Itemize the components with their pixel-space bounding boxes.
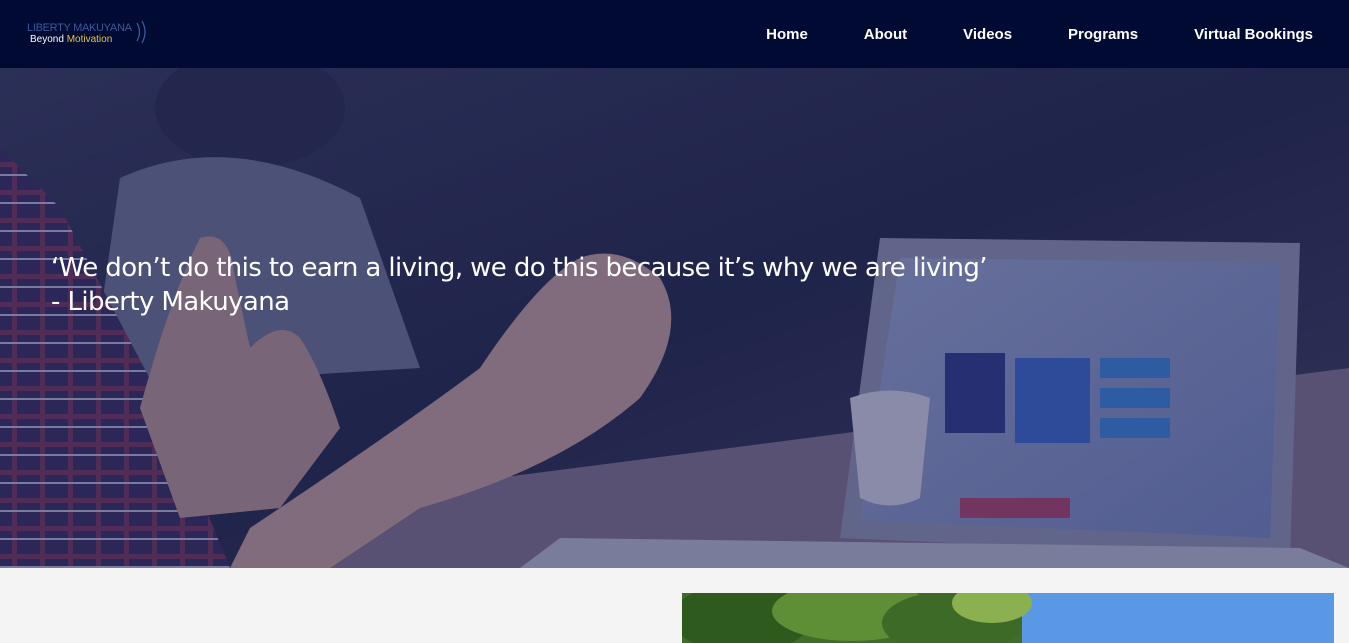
nav-home[interactable]: Home	[766, 26, 808, 43]
logo-tagline-accent: Motivation	[66, 34, 113, 45]
top-navbar: LIBERTY MAKUYANA Beyond Motivation Home …	[0, 0, 1349, 68]
hero-banner: ‘We don’t do this to earn a living, we d…	[0, 68, 1349, 568]
nav-virtual-bookings[interactable]: Virtual Bookings	[1194, 26, 1313, 43]
sound-wave-icon	[136, 20, 146, 44]
nav-programs[interactable]: Programs	[1068, 26, 1138, 43]
hero-quote: ‘We don’t do this to earn a living, we d…	[51, 251, 988, 319]
main-nav: Home About Videos Programs Virtual Booki…	[766, 26, 1313, 43]
quote-author: - Liberty Makuyana	[51, 287, 290, 317]
about-section	[0, 568, 1349, 643]
quote-text: ‘We don’t do this to earn a living, we d…	[51, 253, 988, 283]
logo-name: LIBERTY MAKUYANA	[27, 22, 132, 34]
outdoor-photo	[682, 593, 1334, 643]
nav-videos[interactable]: Videos	[963, 26, 1012, 43]
logo-tagline-prefix: Beyond	[30, 34, 64, 45]
logo-tagline: Beyond Motivation	[30, 34, 112, 45]
nav-about[interactable]: About	[864, 26, 907, 43]
brand-logo[interactable]: LIBERTY MAKUYANA Beyond Motivation	[26, 19, 150, 49]
